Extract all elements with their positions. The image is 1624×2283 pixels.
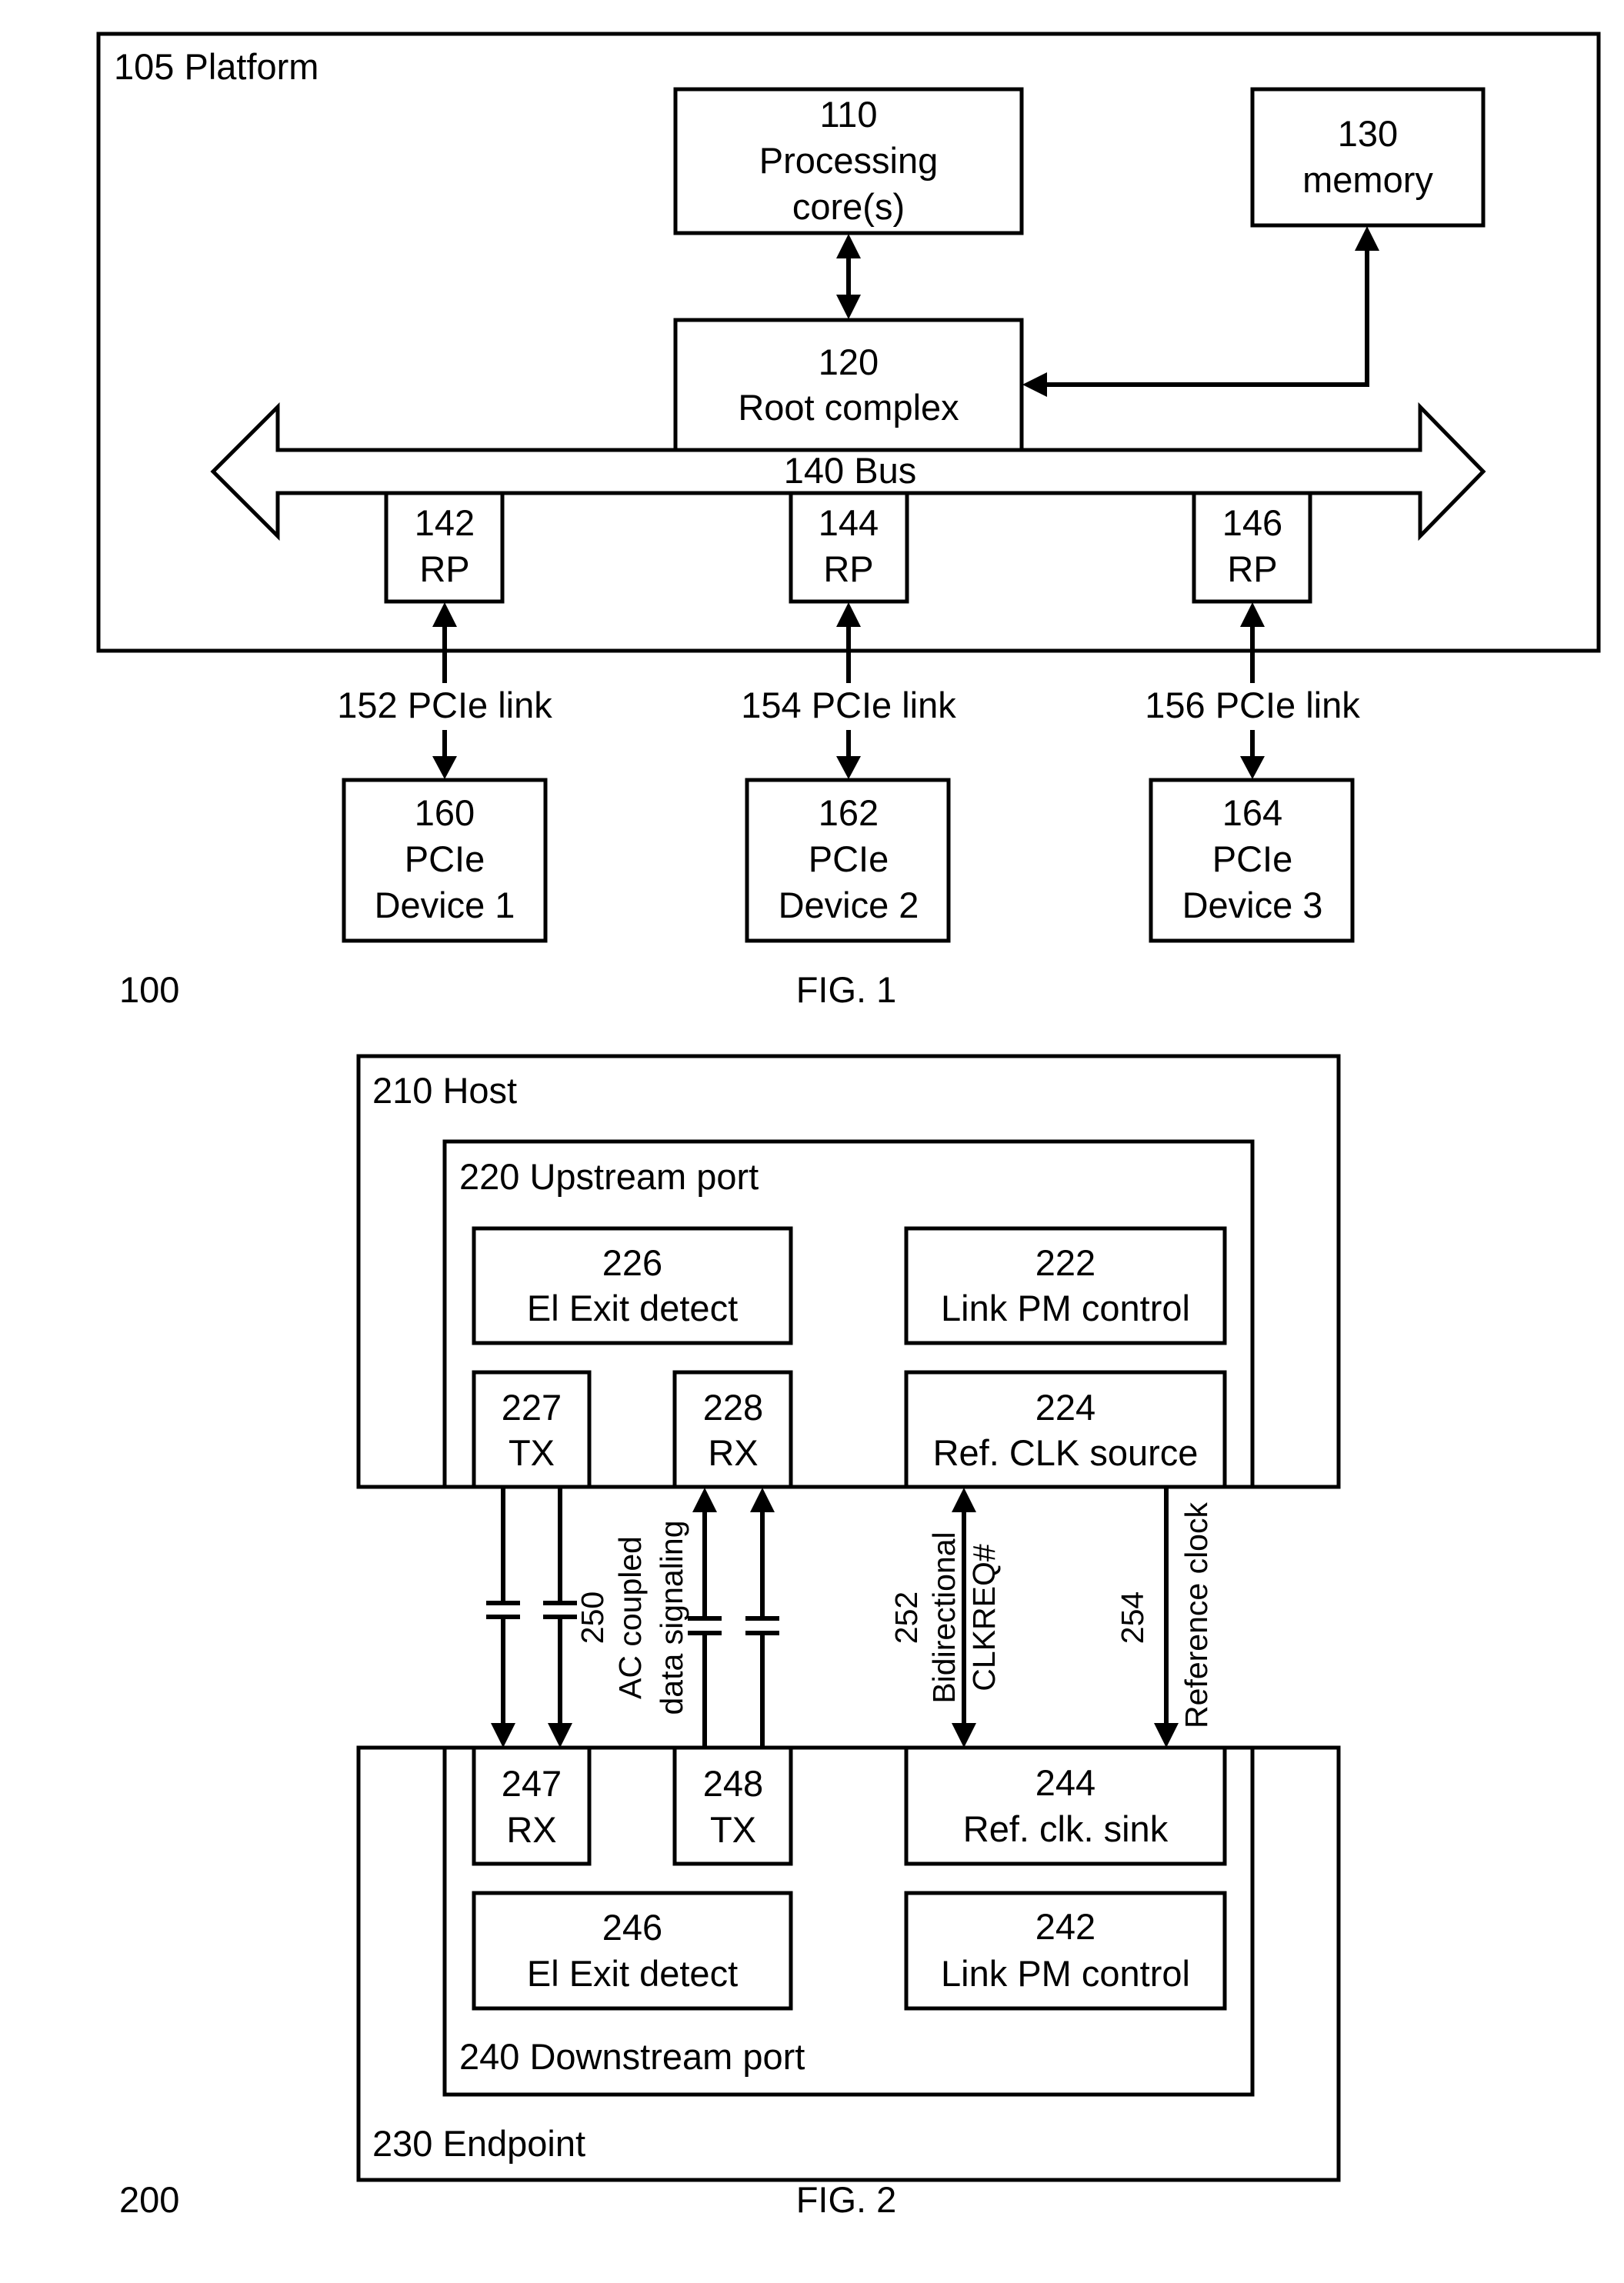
clkreq-label-1: Bidirectional (926, 1531, 962, 1703)
endpoint-label: 230 Endpoint (372, 2123, 585, 2164)
downstream-port-label: 240 Downstream port (459, 2036, 805, 2077)
memory-label: memory (1302, 159, 1433, 200)
upstream-tx: 227 TX (472, 1370, 592, 1489)
root-port-142: 142 RP (384, 491, 505, 604)
upstream-port-label: 220 Upstream port (459, 1156, 759, 1197)
platform-label: 105 Platform (114, 46, 318, 87)
block-number: 222 (1035, 1242, 1095, 1283)
reference-clock-number: 254 (1115, 1591, 1150, 1644)
block-number: 226 (602, 1242, 662, 1283)
block-label: RX (708, 1432, 758, 1473)
device-label-2: Device 1 (375, 885, 515, 925)
rx-lane-1 (688, 1488, 722, 1748)
block-label: RX (506, 1809, 556, 1850)
device-label-1: PCIe (405, 838, 485, 879)
block-label: Link PM control (941, 1288, 1190, 1328)
pcie-device-162: 162 PCIe Device 2 (745, 778, 951, 943)
root-port-146: 146 RP (1192, 491, 1312, 604)
pcie-device-160: 160 PCIe Device 1 (342, 778, 548, 943)
figure-1-caption: FIG. 1 (796, 969, 897, 1010)
device-label-1: PCIe (809, 838, 889, 879)
block-number: 248 (703, 1763, 763, 1804)
root-port-number: 142 (415, 502, 475, 543)
pcie-link-label: 152 PCIe link (337, 685, 552, 725)
root-port-label: RP (1227, 548, 1277, 589)
processing-core-label-1: Processing (759, 140, 939, 181)
patent-figures: 105 Platform 110 Processing core(s) 130 … (96, 32, 1601, 2220)
root-complex-label: Root complex (738, 387, 959, 428)
root-memory-arrow (1022, 226, 1379, 397)
figure-1: 105 Platform 110 Processing core(s) 130 … (96, 32, 1601, 1010)
upstream-ei-exit-detect: 226 El Exit detect (472, 1226, 793, 1345)
device-label-1: PCIe (1212, 838, 1293, 879)
figure-1-reference: 100 (119, 969, 179, 1010)
device-number: 160 (415, 792, 475, 833)
upstream-rx: 228 RX (672, 1370, 793, 1489)
downstream-ei-exit-detect: 246 El Exit detect (472, 1891, 793, 2011)
downstream-ref-clk-sink: 244 Ref. clk. sink (904, 1745, 1227, 1866)
pcie-link-152: 152 PCIe link (337, 602, 552, 779)
data-signal-label-1: AC coupled (612, 1536, 648, 1699)
rx-lane-2 (745, 1488, 779, 1748)
block-number: 247 (502, 1763, 562, 1804)
block-label: El Exit detect (527, 1953, 738, 1994)
root-port-number: 144 (819, 502, 879, 543)
tx-lane-2 (543, 1487, 577, 1748)
host-label: 210 Host (372, 1070, 517, 1111)
block-number: 227 (502, 1387, 562, 1428)
upstream-ref-clk-source: 224 Ref. CLK source (904, 1370, 1227, 1489)
block-number: 242 (1035, 1906, 1095, 1947)
block-number: 244 (1035, 1762, 1095, 1803)
clkreq-number: 252 (889, 1591, 924, 1644)
root-port-label: RP (823, 548, 873, 589)
data-signal-label-2: data signaling (654, 1520, 689, 1715)
downstream-rx: 247 RX (472, 1745, 592, 1866)
data-signal-number: 250 (575, 1591, 610, 1644)
root-port-label: RP (419, 548, 469, 589)
core-root-arrow (836, 234, 861, 319)
block-number: 228 (703, 1387, 763, 1428)
device-number: 164 (1222, 792, 1282, 833)
tx-lane-1 (486, 1487, 520, 1748)
root-port-144: 144 RP (789, 491, 909, 604)
root-port-number: 146 (1222, 502, 1282, 543)
memory-number: 130 (1338, 113, 1398, 154)
pcie-link-156: 156 PCIe link (1145, 602, 1360, 779)
root-complex-number: 120 (819, 342, 879, 382)
device-label-2: Device 2 (779, 885, 919, 925)
block-label: Ref. clk. sink (963, 1808, 1169, 1849)
reference-clock-label: Reference clock (1179, 1502, 1214, 1728)
pcie-link-label: 154 PCIe link (741, 685, 956, 725)
processing-core-label-2: core(s) (792, 186, 905, 227)
downstream-tx: 248 TX (672, 1745, 793, 1866)
block-label: TX (710, 1809, 756, 1850)
pcie-link-154: 154 PCIe link (741, 602, 956, 779)
block-label: El Exit detect (527, 1288, 738, 1328)
clkreq-label-2: CLKREQ# (966, 1544, 1002, 1691)
figure-2-caption: FIG. 2 (796, 2179, 897, 2220)
root-complex-block: 120 Root complex (673, 318, 1024, 452)
block-number: 246 (602, 1907, 662, 1948)
processing-core-number: 110 (820, 94, 878, 135)
upstream-link-pm-control: 222 Link PM control (904, 1226, 1227, 1345)
block-number: 224 (1035, 1387, 1095, 1428)
reference-clock-signal (1154, 1487, 1179, 1748)
pcie-link-label: 156 PCIe link (1145, 685, 1360, 725)
device-number: 162 (819, 792, 879, 833)
bus-label: 140 Bus (784, 450, 916, 491)
device-label-2: Device 3 (1182, 885, 1323, 925)
figure-2-reference: 200 (119, 2179, 179, 2220)
block-label: Link PM control (941, 1953, 1190, 1994)
memory-block: 130 memory (1250, 87, 1486, 228)
downstream-link-pm-control: 242 Link PM control (904, 1891, 1227, 2011)
pcie-device-164: 164 PCIe Device 3 (1149, 778, 1355, 943)
block-label: TX (509, 1432, 555, 1473)
processing-core-block: 110 Processing core(s) (673, 87, 1024, 235)
figure-2: 210 Host 220 Upstream port 226 El Exit d… (119, 1054, 1341, 2220)
block-label: Ref. CLK source (933, 1432, 1199, 1473)
